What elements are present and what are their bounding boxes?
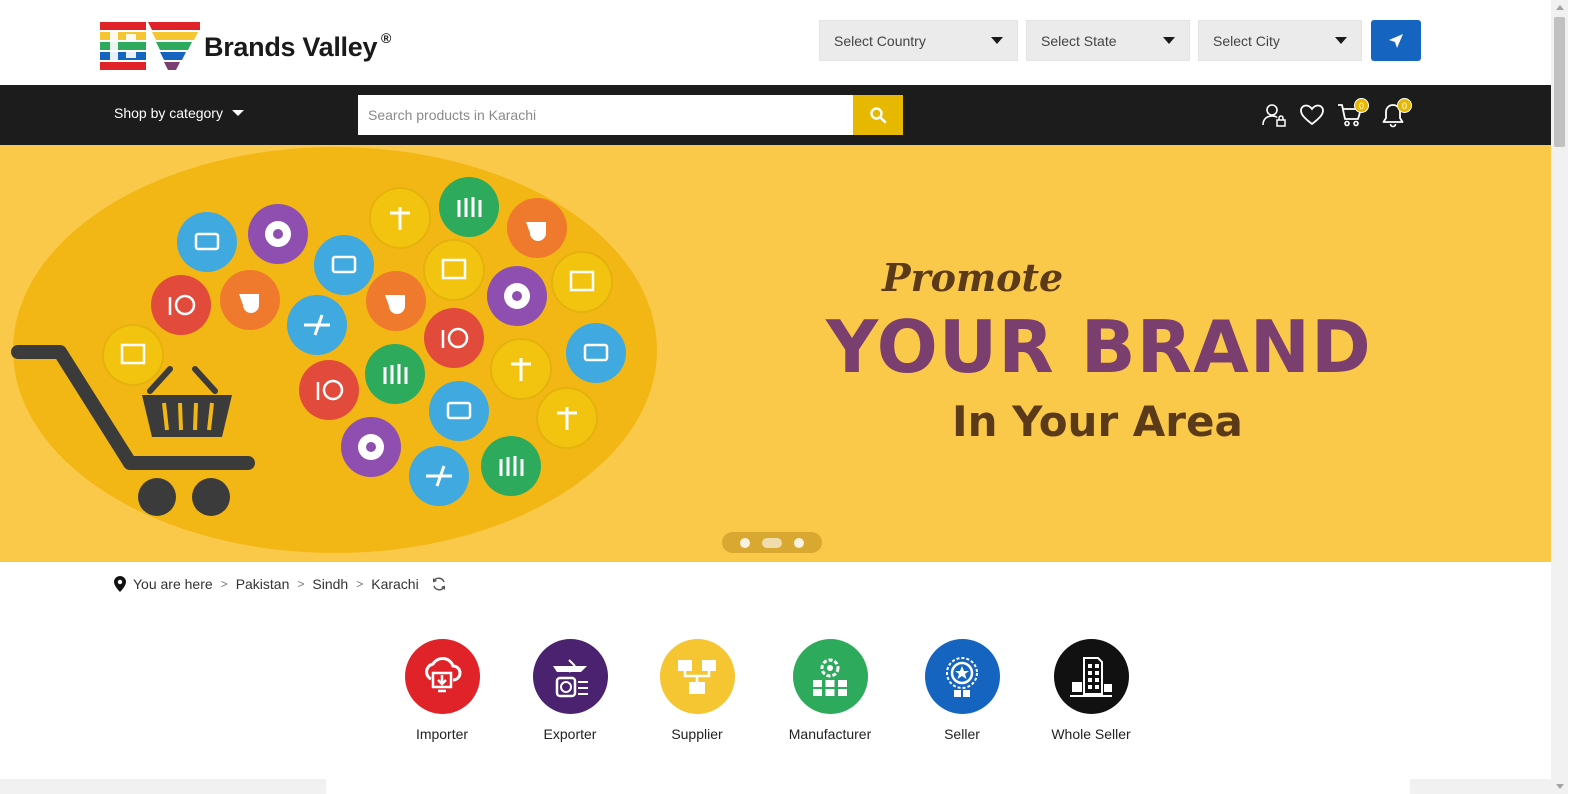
main-navbar: Shop by category Search products in Kara… [0,85,1568,145]
shop-by-category-label: Shop by category [114,105,223,121]
select-state-label: Select State [1041,32,1117,49]
content-card-top [326,779,1410,794]
breadcrumb-separator: > [220,577,228,591]
notifications-button[interactable]: 0 [1378,98,1412,130]
carousel-indicators [722,532,822,553]
category-label: Manufacturer [788,726,872,742]
factory-gear-icon [792,639,868,714]
top-header: Brands Valley ® Select Country Select St… [0,0,1568,85]
award-badge-icon [924,639,1000,714]
category-seller[interactable]: Seller [902,639,1022,742]
category-importer[interactable]: Importer [382,639,502,742]
shopping-cart-illustration [11,147,657,553]
bv-logo-mark-icon [100,22,204,70]
scroll-up-icon[interactable] [1556,5,1564,10]
locate-button[interactable] [1371,20,1421,61]
account-button[interactable] [1259,100,1289,130]
breadcrumb-separator: > [297,577,305,591]
hero-subline: In Your Area [952,397,1243,446]
airplane-globe-icon [532,639,608,714]
refresh-icon [432,577,445,591]
select-state[interactable]: Select State [1026,20,1190,61]
hero-promote-text: Promote [882,255,1064,300]
distribution-boxes-icon [659,639,735,714]
category-label: Supplier [671,726,723,742]
warehouse-truck-icon [1053,639,1129,714]
select-city[interactable]: Select City [1198,20,1362,61]
wishlist-button[interactable] [1297,100,1327,130]
category-label: Whole Seller [1051,726,1131,742]
cart-count-badge: 0 [1354,98,1369,113]
search-icon [870,107,887,124]
chevron-down-icon [1163,37,1175,44]
scroll-down-icon[interactable] [1556,784,1564,789]
category-supplier[interactable]: Supplier [637,639,757,742]
shop-by-category-menu[interactable]: Shop by category [114,105,244,121]
cart-button[interactable]: 0 [1335,98,1369,130]
select-country[interactable]: Select Country [819,20,1018,61]
category-label: Importer [415,726,469,742]
select-city-label: Select City [1213,32,1280,49]
chevron-down-icon [1335,37,1347,44]
breadcrumb-separator: > [356,577,364,591]
brand-name: Brands Valley [204,32,378,62]
chevron-down-icon [991,37,1003,44]
breadcrumb: You are here > Pakistan > Sindh > Karach… [114,576,447,592]
hero-headline: YOUR BRAND [826,305,1372,389]
select-country-label: Select Country [834,32,926,49]
hero-banner[interactable]: Promote YOUR BRAND In Your Area [0,145,1551,562]
category-label: Exporter [543,726,597,742]
carousel-dot-3[interactable] [794,537,804,548]
map-pin-icon [114,576,126,592]
registered-mark: ® [381,30,392,46]
breadcrumb-country[interactable]: Pakistan [236,576,290,592]
category-label: Seller [944,726,980,742]
notification-count-badge: 0 [1397,98,1412,113]
carousel-dot-1[interactable] [740,537,750,548]
breadcrumb-city[interactable]: Karachi [371,576,418,592]
category-whole-seller[interactable]: Whole Seller [1031,639,1151,742]
carousel-dot-2[interactable] [762,537,782,548]
breadcrumb-state[interactable]: Sindh [312,576,348,592]
location-arrow-icon [1389,33,1403,48]
user-lock-icon [1262,104,1286,127]
scrollbar-thumb[interactable] [1554,17,1565,147]
cloud-download-icon [404,639,480,714]
heart-icon [1300,104,1324,126]
search-input[interactable] [358,95,854,135]
caret-down-icon [231,110,244,116]
page: Brands Valley ® Select Country Select St… [0,0,1568,794]
category-exporter[interactable]: Exporter [510,639,630,742]
breadcrumb-you-are-here: You are here [133,576,213,592]
refresh-location-button[interactable] [431,576,447,592]
search-button[interactable] [853,95,903,135]
category-manufacturer[interactable]: Manufacturer [770,639,890,742]
page-scrollbar[interactable] [1551,0,1568,794]
brand-logo[interactable]: Brands Valley ® [100,20,400,72]
